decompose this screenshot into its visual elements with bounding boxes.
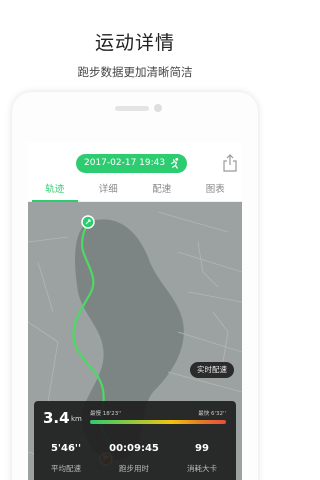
speaker-grille — [115, 106, 149, 111]
avg-pace-label: 平均配速 — [51, 464, 81, 473]
realtime-pace-button[interactable]: 实时配速 — [190, 362, 234, 378]
distance-value: 3.4 — [43, 409, 70, 427]
run-time-value: 00:09:45 — [109, 443, 159, 454]
date-pill[interactable]: 2017-02-17 19:43 — [76, 154, 188, 173]
tab-chart[interactable]: 图表 — [189, 180, 243, 201]
promo-subtitle: 跑步数据更加清晰简洁 — [77, 65, 193, 79]
avg-pace-value: 5'46'' — [50, 443, 82, 454]
phone-top-bezel — [12, 92, 258, 142]
calories-label: 消耗大卡 — [187, 464, 217, 473]
tab-pace[interactable]: 配速 — [135, 180, 189, 201]
fastest-pace-label: 最快 6'32'' — [198, 411, 226, 417]
route-map[interactable]: 实时配速 3.4 km 最慢 18'23'' 最快 6'32'' 5'46'' … — [28, 202, 242, 480]
distance-unit: km — [71, 415, 82, 423]
runner-icon — [171, 157, 179, 169]
slowest-pace-label: 最慢 18'23'' — [90, 411, 122, 417]
phone-frame: 2017-02-17 19:43 轨迹 详细 配速 图表 实时配速 3.4 km… — [12, 92, 258, 480]
calories-value: 99 — [195, 443, 209, 454]
tab-bar: 轨迹 详细 配速 图表 — [28, 180, 242, 202]
pace-gradient-bar — [90, 420, 226, 424]
share-icon[interactable] — [222, 154, 238, 172]
promo-title: 运动详情 — [94, 32, 175, 54]
stats-panel: 3.4 km 最慢 18'23'' 最快 6'32'' 5'46'' 平均配速 … — [34, 401, 236, 480]
front-camera — [154, 104, 162, 112]
tab-track[interactable]: 轨迹 — [28, 180, 82, 202]
tab-details[interactable]: 详细 — [82, 180, 136, 201]
run-time-label: 跑步用时 — [119, 464, 149, 473]
app-screen: 2017-02-17 19:43 轨迹 详细 配速 图表 实时配速 3.4 km… — [28, 142, 242, 480]
date-text: 2017-02-17 19:43 — [84, 158, 166, 168]
